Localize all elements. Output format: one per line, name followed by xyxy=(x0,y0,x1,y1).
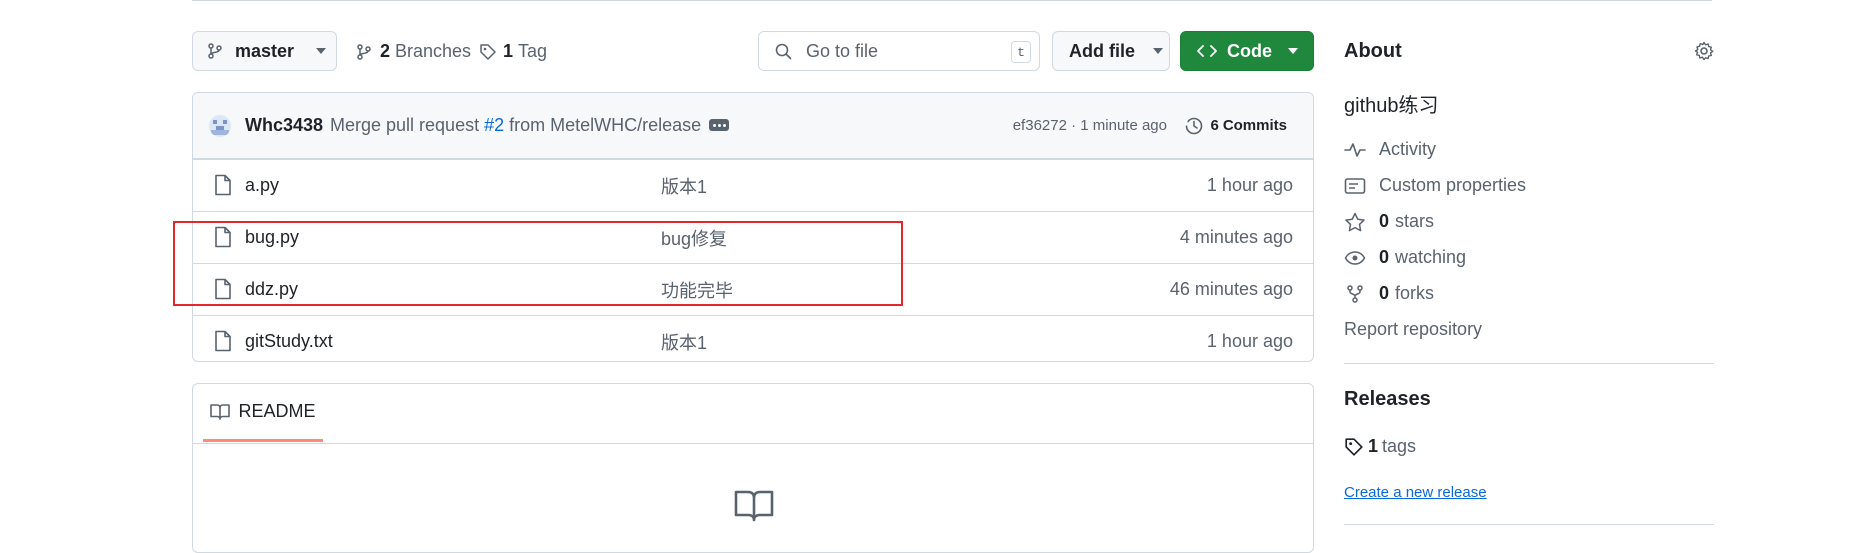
stars-label: stars xyxy=(1395,211,1435,231)
about-title: About xyxy=(1344,40,1402,62)
watching-count: 0 xyxy=(1379,247,1390,267)
book-icon xyxy=(210,403,231,421)
add-file-button[interactable]: Add file xyxy=(1052,31,1170,71)
commit-author[interactable]: Whc3438 xyxy=(245,115,323,136)
chevron-down-icon xyxy=(1288,48,1298,54)
commits-count: 6 xyxy=(1210,117,1219,134)
file-icon xyxy=(213,330,233,357)
file-commit-message[interactable]: 功能完毕 xyxy=(661,277,733,303)
repo-forked-icon xyxy=(1344,284,1366,304)
create-release-link[interactable]: Create a new release xyxy=(1344,484,1487,501)
stars-count: 0 xyxy=(1379,211,1390,231)
file-commit-message[interactable]: 版本1 xyxy=(661,329,707,355)
file-row[interactable]: a.py 版本1 1 hour ago xyxy=(193,159,1313,211)
tab-readme[interactable]: README xyxy=(203,384,323,442)
file-name[interactable]: a.py xyxy=(245,175,279,196)
file-name[interactable]: ddz.py xyxy=(245,279,298,300)
gear-icon[interactable] xyxy=(1694,41,1714,61)
forks-count: 0 xyxy=(1379,283,1390,303)
search-input[interactable] xyxy=(804,39,998,63)
pr-link[interactable]: #2 xyxy=(484,115,504,135)
chevron-down-icon xyxy=(316,48,327,54)
watching-link[interactable]: 0 watching xyxy=(1344,247,1466,268)
forks-label: forks xyxy=(1395,283,1435,303)
file-list: Whc3438 Merge pull request #2 from Metel… xyxy=(192,92,1314,362)
search-icon xyxy=(775,43,792,60)
branch-selector-button[interactable]: master xyxy=(192,31,337,71)
commits-label: Commits xyxy=(1222,117,1287,134)
go-to-file-search[interactable]: t xyxy=(758,31,1040,71)
readme-tab-label: README xyxy=(238,401,316,421)
forks-link[interactable]: 0 forks xyxy=(1344,283,1434,304)
expand-commit-button[interactable] xyxy=(709,119,729,131)
file-row[interactable]: bug.py bug修复 4 minutes ago xyxy=(193,211,1313,263)
readme-header: README xyxy=(193,384,1313,444)
file-commit-message[interactable]: 版本1 xyxy=(661,173,707,199)
file-icon xyxy=(213,278,233,305)
latest-commit-bar: Whc3438 Merge pull request #2 from Metel… xyxy=(193,93,1313,159)
custom-properties-link[interactable]: Custom properties xyxy=(1344,175,1526,196)
file-commit-time: 1 hour ago xyxy=(1206,175,1293,195)
stars-link[interactable]: 0 stars xyxy=(1344,211,1434,232)
sidebar-divider xyxy=(1344,363,1714,364)
repo-description: github练习 xyxy=(1344,95,1439,117)
release-tags-count: 1 xyxy=(1368,436,1379,456)
tag-icon xyxy=(1344,437,1364,457)
commits-history-link[interactable]: 6 Commits xyxy=(1184,116,1287,136)
file-name[interactable]: bug.py xyxy=(245,227,299,248)
commit-message[interactable]: Merge pull request #2 from MetelWHC/rele… xyxy=(330,115,701,136)
file-name[interactable]: gitStudy.txt xyxy=(245,331,333,352)
eye-icon xyxy=(1344,249,1366,267)
branch-name: master xyxy=(235,40,295,61)
file-icon xyxy=(213,226,233,253)
file-commit-time: 46 minutes ago xyxy=(1169,279,1293,299)
add-file-label: Add file xyxy=(1069,40,1135,61)
ellipsis-icon xyxy=(712,123,726,127)
release-tags-label: tags xyxy=(1382,436,1417,456)
branches-link[interactable]: 2 Branches xyxy=(356,41,471,62)
watching-label: watching xyxy=(1395,247,1467,267)
activity-link[interactable]: Activity xyxy=(1344,139,1436,160)
commit-hash-time[interactable]: ef36272 · 1 minute ago xyxy=(1013,117,1167,134)
keyboard-shortcut-hint: t xyxy=(1011,41,1031,63)
history-icon xyxy=(1184,116,1204,136)
file-row[interactable]: gitStudy.txt 版本1 1 hour ago xyxy=(193,315,1313,361)
file-row[interactable]: ddz.py 功能完毕 46 minutes ago xyxy=(193,263,1313,315)
releases-title[interactable]: Releases xyxy=(1344,388,1431,411)
custom-properties-label: Custom properties xyxy=(1379,175,1527,195)
branches-count: 2 xyxy=(380,41,391,61)
note-icon xyxy=(1344,177,1366,195)
git-branch-icon xyxy=(207,43,223,59)
report-label: Report repository xyxy=(1344,319,1483,339)
top-divider xyxy=(192,0,1712,1)
branches-label: Branches xyxy=(395,41,472,61)
avatar[interactable] xyxy=(209,115,231,137)
sidebar-divider xyxy=(1344,524,1714,525)
release-tags-link[interactable]: 1 tags xyxy=(1344,436,1416,457)
activity-label: Activity xyxy=(1379,139,1437,159)
tags-link[interactable]: 1 Tag xyxy=(479,41,547,62)
file-commit-time: 1 hour ago xyxy=(1206,331,1293,351)
commit-message-prefix: Merge pull request xyxy=(330,115,480,135)
readme-panel: README xyxy=(192,383,1314,553)
file-icon xyxy=(213,174,233,201)
report-repository-link[interactable]: Report repository xyxy=(1344,319,1482,340)
chevron-down-icon xyxy=(1153,48,1163,54)
book-icon xyxy=(732,488,776,524)
tags-count: 1 xyxy=(503,41,514,61)
commit-message-suffix: from MetelWHC/release xyxy=(509,115,702,135)
code-icon xyxy=(1197,43,1217,59)
tag-icon xyxy=(479,43,497,61)
file-commit-time: 4 minutes ago xyxy=(1179,227,1293,247)
code-label: Code xyxy=(1227,40,1272,61)
code-button[interactable]: Code xyxy=(1180,31,1314,71)
star-icon xyxy=(1344,212,1366,232)
file-commit-message[interactable]: bug修复 xyxy=(661,225,727,251)
tags-label: Tag xyxy=(518,41,548,61)
pulse-icon xyxy=(1344,141,1366,159)
git-branch-icon xyxy=(356,43,372,60)
